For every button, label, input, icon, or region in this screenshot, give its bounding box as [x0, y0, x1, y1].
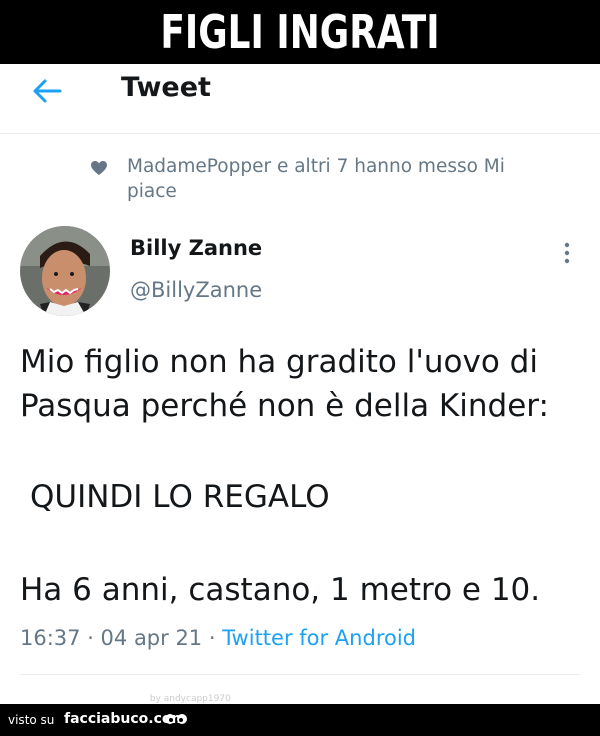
tweet-text: Mio figlio non ha gradito l'uovo di Pasq…: [20, 340, 590, 428]
tweet-line: Mio figlio non ha gradito l'uovo di: [20, 344, 538, 380]
tweet-line-caps: QUINDI LO REGALO: [30, 479, 330, 515]
tweet-line-last: Ha 6 anni, castano, 1 metro e 10.: [20, 572, 541, 608]
tweet-header: Tweet: [0, 64, 600, 134]
watermark-credit: creato su facciabuco.com by andycapp1970: [4, 694, 231, 704]
author-handle[interactable]: @BillyZanne: [130, 278, 262, 302]
more-options-icon[interactable]: [558, 240, 576, 266]
footer-watermark: visto su facciabuco.com: [0, 704, 600, 736]
tweet-screen: Tweet MadamePopper e altri 7 hanno messo…: [0, 64, 600, 704]
tweet-timestamp: 16:37 · 04 apr 21 ·: [20, 626, 223, 650]
avatar-image: [20, 226, 110, 316]
footer-seen-label: visto su: [8, 713, 55, 727]
meme-title: FIGLI INGRATI: [66, 0, 535, 64]
tweet-meta: 16:37 · 04 apr 21 · Twitter for Android: [20, 626, 416, 650]
watermark-author: by andycapp1970: [149, 694, 231, 704]
tweet-line: Pasqua perché non è della Kinder:: [20, 388, 549, 424]
tweet-source-link[interactable]: Twitter for Android: [222, 626, 416, 650]
watermark-created: creato su facciabuco.com: [4, 694, 133, 704]
heart-icon: [91, 161, 107, 175]
header-title: Tweet: [121, 72, 211, 103]
eyes-logo-icon: [165, 714, 187, 724]
avatar[interactable]: [20, 226, 110, 316]
likes-text: MadamePopper e altri 7 hanno messo Mi pi…: [127, 156, 505, 202]
author-name[interactable]: Billy Zanne: [130, 236, 262, 260]
bottom-divider: [20, 674, 580, 675]
arrow-left-icon[interactable]: [30, 76, 64, 106]
header-divider: [0, 133, 600, 134]
